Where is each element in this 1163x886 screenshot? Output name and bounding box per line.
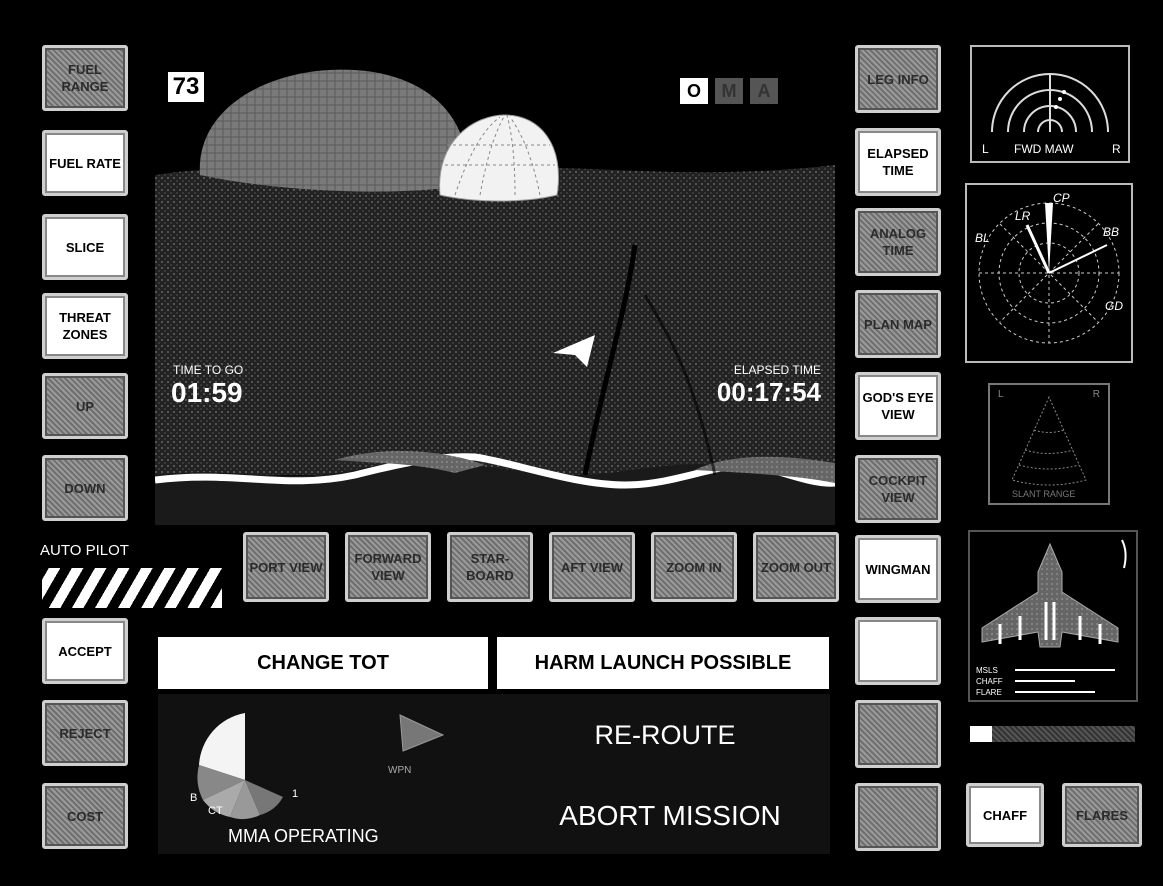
abort-mission-button[interactable]: ABORT MISSION	[530, 793, 810, 839]
chaff-bar	[1015, 680, 1075, 682]
blank-button-7[interactable]	[855, 617, 941, 685]
up-button-label: UP	[75, 398, 95, 414]
god-s-eye-view-button-label: GOD'S EYE VIEW	[862, 390, 934, 422]
plan-map-button[interactable]: PLAN MAP	[855, 290, 941, 358]
auto-pilot-toggle[interactable]	[42, 568, 222, 608]
star-board-button[interactable]: STAR-BOARD	[447, 532, 533, 602]
pie-label-1: 1	[292, 788, 299, 800]
auto-pilot-label: AUTO PILOT	[40, 542, 129, 559]
wedge-label: WPN	[388, 765, 412, 776]
rwr-label-gd: GD	[1105, 299, 1123, 313]
down-button[interactable]: DOWN	[42, 455, 128, 521]
cm-slider[interactable]	[970, 726, 1135, 742]
slice-button[interactable]: SLICE	[42, 214, 128, 280]
rwr-label-bl: BL	[975, 231, 990, 245]
cost-button[interactable]: COST	[42, 783, 128, 849]
wingman-button[interactable]: WINGMAN	[855, 535, 941, 603]
accept-button[interactable]: ACCEPT	[42, 618, 128, 684]
aft-view-button[interactable]: AFT VIEW	[549, 532, 635, 602]
zoom-out-button[interactable]: ZOOM OUT	[753, 532, 839, 602]
store-row-chaff: CHAFF	[976, 677, 1003, 686]
elapsed-time-button-label: ELAPSED TIME	[867, 146, 929, 178]
god-s-eye-view-button[interactable]: GOD'S EYE VIEW	[855, 372, 941, 440]
change-tot-button[interactable]: CHANGE TOT	[158, 637, 488, 689]
fuel-range-button[interactable]: FUEL RANGE	[42, 45, 128, 111]
radar-title: FWD MAW	[1014, 142, 1074, 156]
fuel-rate-button[interactable]: FUEL RATE	[42, 130, 128, 196]
time-to-go-label: TIME TO GO	[173, 363, 244, 377]
mma-operating-status: MMA OPERATING	[228, 826, 379, 846]
elapsed-time-label: ELAPSED TIME	[733, 363, 821, 377]
accept-button-label: ACCEPT	[58, 643, 112, 659]
cone-left: L	[998, 389, 1004, 400]
radar-left-label: L	[982, 142, 989, 156]
threat-zones-button[interactable]: THREAT ZONES	[42, 293, 128, 359]
weapon-pie-chart	[185, 705, 305, 825]
leg-info-button-label: LEG INFO	[867, 71, 929, 87]
blank-button-8[interactable]	[855, 700, 941, 768]
reject-button[interactable]: REJECT	[42, 700, 128, 766]
down-button-label: DOWN	[64, 480, 106, 496]
cone-right: R	[1092, 389, 1100, 400]
scene-graphic	[154, 69, 836, 525]
pie-label-b: B	[190, 792, 198, 804]
port-view-button[interactable]: PORT VIEW	[243, 532, 329, 602]
port-view-button-label: PORT VIEW	[249, 559, 323, 575]
chaff-button[interactable]: CHAFF	[966, 783, 1044, 847]
fuel-range-button-label: FUEL RANGE	[61, 62, 109, 94]
plan-map-button-label: PLAN MAP	[864, 316, 932, 332]
fuel-rate-button-label: FUEL RATE	[49, 155, 121, 171]
store-row-msls: MSLS	[976, 666, 998, 675]
reroute-button[interactable]: RE-ROUTE	[580, 715, 750, 755]
mode-a-button[interactable]: A	[750, 78, 778, 104]
main-scene: TIME TO GO 01:59 ELAPSED TIME 00:17:54	[154, 45, 836, 525]
pie-label-ct: CT	[208, 805, 223, 817]
forward-view-button[interactable]: FORWARD VIEW	[345, 532, 431, 602]
store-row-flare: FLARE	[976, 688, 1002, 697]
rwr-label-bb: BB	[1103, 225, 1120, 239]
fwd-maw-radar: L FWD MAW R	[970, 45, 1130, 163]
flares-button[interactable]: FLARES	[1062, 783, 1142, 847]
analog-time-button[interactable]: ANALOG TIME	[855, 208, 941, 276]
zoom-out-button-label: ZOOM OUT	[760, 559, 832, 575]
cockpit-view-button[interactable]: COCKPIT VIEW	[855, 455, 941, 523]
elapsed-time-button[interactable]: ELAPSED TIME	[855, 128, 941, 196]
threat-zones-button-label: THREAT ZONES	[59, 310, 111, 342]
rwr-display: LR CP BL BB GD	[965, 183, 1133, 363]
up-button[interactable]: UP	[42, 373, 128, 439]
elapsed-time-value: 00:17:54	[716, 377, 821, 407]
rwr-label-cp: CP	[1053, 191, 1070, 205]
weapon-wedge-icon	[395, 713, 445, 753]
blank-button-9[interactable]	[855, 783, 941, 851]
zoom-in-button[interactable]: ZOOM IN	[651, 532, 737, 602]
analog-time-button-label: ANALOG TIME	[869, 226, 927, 258]
msls-bar	[1015, 669, 1115, 671]
reject-button-label: REJECT	[59, 725, 111, 741]
star-board-button-label: STAR-BOARD	[466, 551, 514, 583]
time-to-go-value: 01:59	[171, 377, 243, 408]
rwr-label-lr: LR	[1015, 209, 1031, 223]
wingman-button-label: WINGMAN	[865, 561, 931, 577]
cockpit-view-button-label: COCKPIT VIEW	[868, 473, 928, 505]
cone-caption: SLANT RANGE	[1012, 489, 1076, 499]
radar-right-label: R	[1112, 142, 1121, 156]
zoom-in-button-label: ZOOM IN	[666, 559, 722, 575]
mode-o-button[interactable]: O	[680, 78, 708, 104]
flare-bar	[1015, 691, 1095, 693]
forward-view-button-label: FORWARD VIEW	[354, 551, 422, 583]
aft-view-button-label: AFT VIEW	[560, 559, 624, 575]
leg-info-button[interactable]: LEG INFO	[855, 45, 941, 113]
slant-range-display: L R SLANT RANGE	[988, 383, 1110, 505]
cost-button-label: COST	[66, 808, 104, 824]
chaff-label: CHAFF	[982, 807, 1028, 823]
cm-slider-thumb[interactable]	[970, 726, 992, 742]
threat-dome-large	[199, 69, 467, 192]
mode-m-button[interactable]: M	[715, 78, 743, 104]
aircraft-stores-display: MSLS CHAFF FLARE	[968, 530, 1138, 702]
slice-button-label: SLICE	[65, 239, 105, 255]
flares-label: FLARES	[1076, 807, 1128, 823]
harm-launch-message[interactable]: HARM LAUNCH POSSIBLE	[497, 637, 829, 689]
